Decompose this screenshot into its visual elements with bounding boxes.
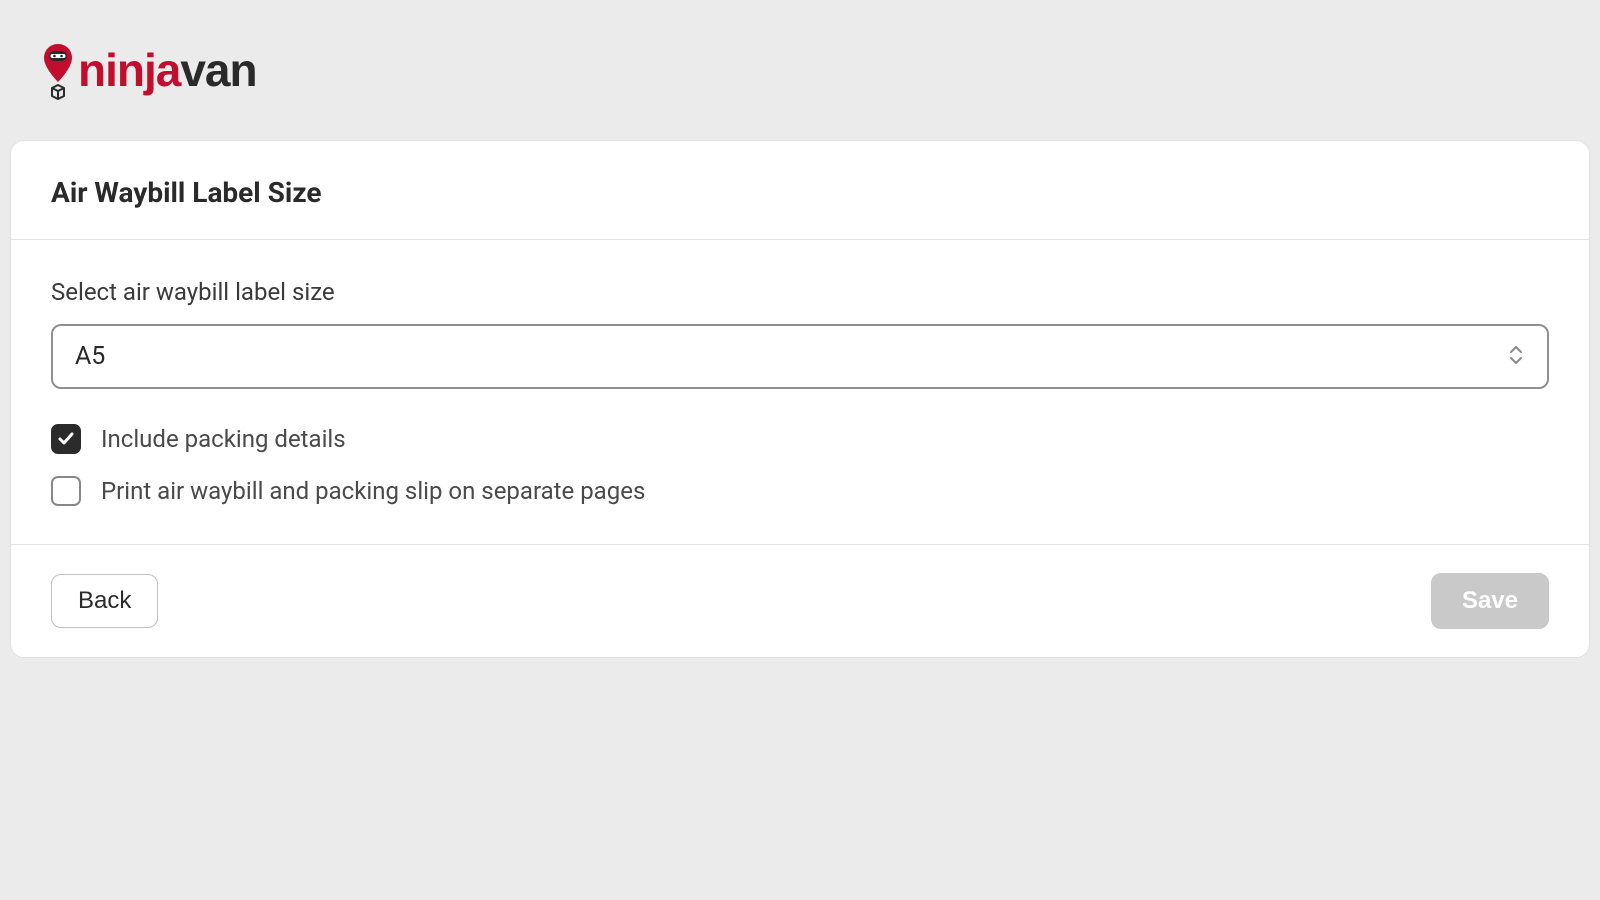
ninjavan-logo-icon: ninjavan <box>40 40 300 105</box>
separate-pages-label: Print air waybill and packing slip on se… <box>101 477 645 505</box>
card-header: Air Waybill Label Size <box>11 141 1589 240</box>
logo-text-ninja: ninja <box>78 44 182 96</box>
label-size-select[interactable]: A5 <box>51 324 1549 389</box>
checkbox-row-separate-pages: Print air waybill and packing slip on se… <box>51 476 1549 506</box>
back-button[interactable]: Back <box>51 574 158 628</box>
card-footer: Back Save <box>11 545 1589 657</box>
include-packing-details-checkbox[interactable] <box>51 424 81 454</box>
label-size-select-value: A5 <box>75 342 105 371</box>
card-title: Air Waybill Label Size <box>51 176 1549 209</box>
settings-card: Air Waybill Label Size Select air waybil… <box>10 140 1590 658</box>
card-body: Select air waybill label size A5 Include… <box>11 240 1589 545</box>
checkbox-row-packing-details: Include packing details <box>51 424 1549 454</box>
save-button[interactable]: Save <box>1431 573 1549 629</box>
separate-pages-checkbox[interactable] <box>51 476 81 506</box>
svg-text:ninjavan: ninjavan <box>78 44 257 96</box>
label-size-select-wrap: A5 <box>51 324 1549 389</box>
logo-text-van: van <box>180 44 256 96</box>
brand-logo: ninjavan <box>40 40 1590 105</box>
include-packing-details-label: Include packing details <box>101 425 346 453</box>
label-size-field-label: Select air waybill label size <box>51 278 1549 306</box>
